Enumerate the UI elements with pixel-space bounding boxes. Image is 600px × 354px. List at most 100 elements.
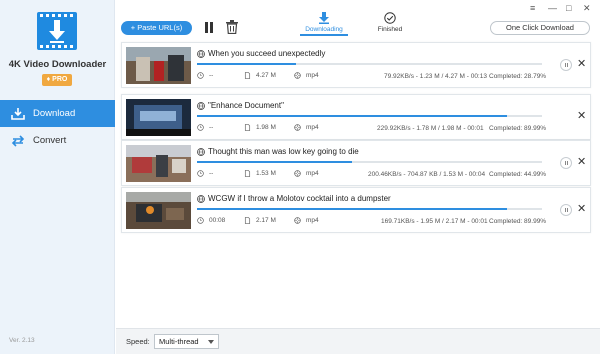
sidebar-item-convert[interactable]: Convert — [0, 127, 115, 154]
format-meta: mp4 — [294, 217, 319, 224]
speed-label: Speed: — [126, 337, 150, 346]
sidebar-item-download[interactable]: Download — [0, 100, 115, 127]
duration: -- — [209, 72, 214, 79]
speed-status: 169.71KB/s - 1.95 M / 2.17 M - 00:01 — [381, 218, 488, 225]
pause-icon — [205, 22, 208, 33]
trash-icon — [226, 20, 238, 35]
pro-badge[interactable]: ♦ PRO — [42, 74, 72, 86]
pause-download-button[interactable] — [560, 157, 572, 169]
speed-status: 200.46KB/s - 704.87 KB / 1.53 M - 00:04 — [368, 171, 486, 178]
file-icon — [244, 124, 251, 131]
file-size: 1.98 M — [256, 124, 276, 131]
pause-download-button[interactable] — [560, 59, 572, 71]
remove-download-close-icon[interactable]: ✕ — [577, 109, 586, 122]
progress-fill — [197, 161, 353, 163]
speed-mode-value: Multi-thread — [159, 337, 199, 346]
menu-icon[interactable]: ≡ — [530, 3, 535, 13]
clock-icon — [197, 124, 204, 131]
file-format: mp4 — [306, 124, 319, 131]
remove-download-close-icon[interactable]: ✕ — [577, 155, 586, 168]
duration: -- — [209, 170, 214, 177]
duration: -- — [209, 124, 214, 131]
download-arrow-icon — [319, 12, 329, 24]
app-window: 4K Video Downloader ♦ PRO Download Conve… — [0, 0, 600, 354]
diamond-icon: ♦ — [46, 76, 51, 83]
completed-status: Completed: 89.99% — [489, 218, 547, 225]
video-thumbnail — [126, 47, 191, 84]
film-reel-icon — [294, 170, 301, 177]
size-meta: 4.27 M — [244, 72, 276, 79]
progress-bar — [197, 63, 542, 65]
app-logo-icon — [37, 12, 77, 50]
delete-button[interactable] — [226, 20, 238, 35]
sidebar-item-label: Convert — [33, 135, 67, 146]
video-thumbnail — [126, 145, 191, 182]
remove-download-close-icon[interactable]: ✕ — [577, 202, 586, 215]
size-meta: 2.17 M — [244, 217, 276, 224]
file-size: 4.27 M — [256, 72, 276, 79]
video-thumbnail — [126, 99, 191, 136]
file-size: 1.53 M — [256, 170, 276, 177]
completed-status: Completed: 89.99% — [489, 125, 547, 132]
tab-finished[interactable]: Finished — [365, 12, 415, 33]
size-meta: 1.53 M — [244, 170, 276, 177]
download-row[interactable]: When you succeed unexpectedly -- 4.27 M … — [121, 42, 591, 88]
globe-icon — [197, 147, 205, 156]
file-format: mp4 — [306, 72, 319, 79]
tab-label: Downloading — [305, 26, 343, 33]
video-title: When you succeed unexpectedly — [197, 49, 325, 58]
download-row[interactable]: WCGW if I throw a Molotov cocktail into … — [121, 187, 591, 233]
tab-label: Finished — [377, 26, 403, 33]
film-reel-icon — [294, 217, 301, 224]
progress-fill — [197, 115, 508, 117]
film-reel-icon — [294, 72, 301, 79]
convert-arrows-icon — [10, 133, 26, 149]
one-click-download-button[interactable]: One Click Download — [490, 21, 590, 35]
paste-url-button[interactable]: + Paste URL(s) — [121, 21, 192, 35]
video-title-text: "Enhance Document" — [208, 101, 284, 110]
size-meta: 1.98 M — [244, 124, 276, 131]
maximize-icon[interactable]: □ — [566, 3, 571, 13]
progress-bar — [197, 115, 542, 117]
file-icon — [244, 217, 251, 224]
minimize-icon[interactable]: — — [548, 3, 557, 13]
globe-icon — [197, 194, 205, 203]
chevron-down-icon — [208, 340, 214, 344]
speed-status: 79.92KB/s - 1.23 M / 4.27 M - 00:13 — [384, 73, 487, 80]
format-meta: mp4 — [294, 124, 319, 131]
duration: 00:08 — [209, 217, 226, 224]
download-row[interactable]: "Enhance Document" -- 1.98 M mp4 229.92K… — [121, 94, 591, 140]
progress-bar — [197, 208, 542, 210]
close-icon[interactable]: ✕ — [583, 3, 591, 14]
file-icon — [244, 72, 251, 79]
bottom-bar: Speed: Multi-thread — [116, 328, 600, 354]
globe-icon — [197, 49, 205, 58]
clock-icon — [197, 170, 204, 177]
duration-meta: 00:08 — [197, 217, 225, 224]
duration-meta: -- — [197, 170, 213, 177]
speed-status: 229.92KB/s - 1.78 M / 1.98 M - 00:01 — [377, 125, 484, 132]
pause-icon-bar — [210, 22, 213, 33]
speed-mode-select[interactable]: Multi-thread — [154, 334, 219, 349]
format-meta: mp4 — [294, 72, 319, 79]
progress-bar — [197, 161, 542, 163]
duration-meta: -- — [197, 124, 213, 131]
check-circle-icon — [384, 12, 396, 24]
pause-all-button[interactable] — [203, 21, 215, 34]
video-title: "Enhance Document" — [197, 101, 284, 110]
video-title: Thought this man was low key going to di… — [197, 147, 359, 156]
duration-meta: -- — [197, 72, 213, 79]
video-title-text: WCGW if I throw a Molotov cocktail into … — [208, 194, 391, 203]
clock-icon — [197, 217, 204, 224]
sidebar: 4K Video Downloader ♦ PRO Download Conve… — [0, 0, 115, 354]
pause-download-button[interactable] — [560, 204, 572, 216]
format-meta: mp4 — [294, 170, 319, 177]
remove-download-close-icon[interactable]: ✕ — [577, 57, 586, 70]
file-format: mp4 — [306, 217, 319, 224]
video-title: WCGW if I throw a Molotov cocktail into … — [197, 194, 391, 203]
video-title-text: Thought this man was low key going to di… — [208, 147, 359, 156]
download-row[interactable]: Thought this man was low key going to di… — [121, 140, 591, 186]
progress-fill — [197, 63, 297, 65]
tab-downloading[interactable]: Downloading — [296, 12, 352, 36]
file-size: 2.17 M — [256, 217, 276, 224]
